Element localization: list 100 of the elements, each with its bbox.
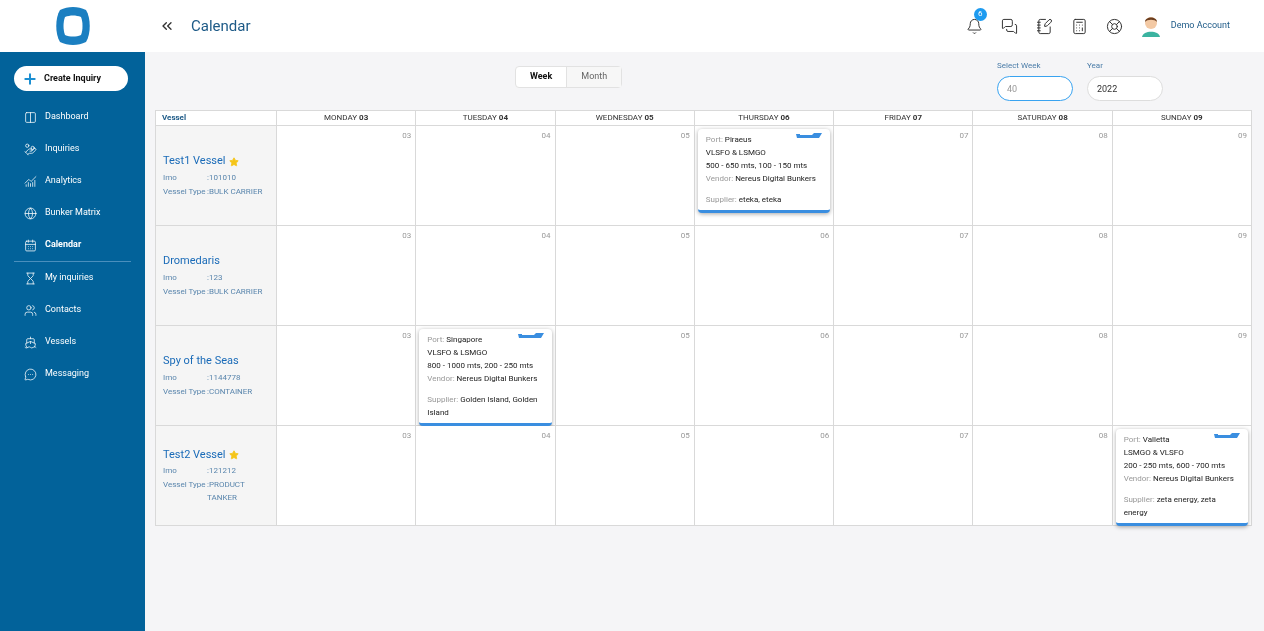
- date-number: 07: [959, 130, 969, 142]
- star-icon: [228, 450, 239, 460]
- year-field[interactable]: 2022: [1087, 76, 1163, 101]
- dashboard-icon: [24, 110, 37, 124]
- port-text: Port: Singapore: [427, 334, 483, 346]
- sidebar-item[interactable]: Calendar: [14, 229, 131, 261]
- column-header: SUNDAY 09: [1112, 111, 1251, 125]
- date-number: 04: [541, 430, 551, 442]
- bell-icon[interactable]: [965, 17, 983, 35]
- vendor-text: Vendor: Nereus Digital Bunkers: [705, 173, 817, 185]
- view-tab[interactable]: Month: [567, 67, 622, 87]
- avatar-icon[interactable]: [1140, 15, 1161, 37]
- sidebar-item[interactable]: Analytics: [14, 165, 131, 197]
- chat-icon[interactable]: [1000, 17, 1018, 35]
- column-header: TUESDAY 04: [416, 111, 555, 125]
- field-value: :BULK CARRIER: [207, 185, 263, 198]
- vessel-name[interactable]: Spy of the Seas: [163, 353, 239, 370]
- field-label: Vessel Type: [163, 479, 207, 492]
- supplier-text: Supplier: Golden Island, Golden Island: [427, 394, 539, 419]
- sidebar-item[interactable]: My inquiries: [14, 262, 131, 294]
- date-number: 09: [1238, 330, 1247, 342]
- field-value: :121212: [207, 465, 236, 478]
- sidebar-item[interactable]: Contacts: [14, 294, 131, 326]
- column-header: THURSDAY 06: [694, 111, 834, 125]
- booking-card[interactable]: Port: Piraeus VLSFO & LSMGO 500 - 650 mts, 100 - 150 mts Vendor: Nereus Digital Bunkers Supplier: eteka, eteka: [697, 129, 831, 213]
- date-number: 08: [1098, 430, 1108, 442]
- date-number: 04: [541, 230, 551, 242]
- sidebar-item[interactable]: Bunker Matrix: [14, 197, 131, 229]
- date-number: 05: [680, 430, 690, 442]
- date-number: 08: [1098, 230, 1108, 242]
- sidebar-item[interactable]: Messaging: [14, 358, 131, 390]
- field-label: Imo: [163, 271, 178, 284]
- quantities-text: 500 - 650 mts, 100 - 150 mts: [705, 160, 809, 172]
- ship-icon: [517, 333, 544, 338]
- date-number: 06: [820, 230, 830, 242]
- help-icon[interactable]: [1105, 17, 1123, 35]
- vessel-name[interactable]: Test1 Vessel: [163, 153, 226, 170]
- field-label: Year: [1087, 60, 1104, 72]
- vendor-text: Vendor: Nereus Digital Bunkers: [1123, 473, 1235, 485]
- sidebar-item[interactable]: Inquiries: [14, 133, 131, 165]
- date-number: 03: [402, 330, 412, 342]
- date-number: 09: [1238, 230, 1247, 242]
- field-label: Vessel Type: [163, 285, 207, 298]
- quantities-text: 800 - 1000 mts, 200 - 250 mts: [427, 360, 535, 372]
- notes-icon[interactable]: [1035, 17, 1053, 35]
- date-number: 09: [1238, 130, 1247, 142]
- chat-icon: [24, 367, 37, 381]
- fuels-text: VLSFO & LSMGO: [427, 347, 489, 359]
- field-value: :BULK CARRIER: [207, 285, 263, 298]
- create-inquiry-button[interactable]: Create Inquiry: [14, 66, 128, 91]
- column-header: FRIDAY 07: [834, 111, 973, 125]
- field-label: Imo: [163, 171, 178, 184]
- port-text: Port: Piraeus: [705, 134, 752, 146]
- date-number: 03: [402, 430, 412, 442]
- sidebar-item[interactable]: Dashboard: [14, 101, 131, 133]
- date-number: 05: [680, 230, 690, 242]
- account-name[interactable]: Demo Account: [1170, 19, 1230, 33]
- plus-icon: [22, 70, 38, 87]
- port-text: Port: Valletta: [1123, 434, 1170, 446]
- globe-icon: [24, 206, 37, 220]
- date-number: 06: [820, 430, 830, 442]
- supplier-text: Supplier: zeta energy, zeta energy: [1123, 494, 1217, 519]
- column-header: SATURDAY 08: [973, 111, 1112, 125]
- date-number: 05: [680, 130, 690, 142]
- logo-icon: [53, 6, 92, 46]
- ship-icon: [1214, 433, 1240, 438]
- vendor-text: Vendor: Nereus Digital Bunkers: [427, 373, 539, 385]
- booking-card[interactable]: Port: Valletta LSMGO & VLSFO 200 - 250 mts, 600 - 700 mts Vendor: Nereus Digital Bunkers Supplier: zeta energy, zeta energy: [1115, 429, 1248, 526]
- field-value: :1144778: [207, 371, 241, 384]
- vessel-name[interactable]: Test2 Vessel: [163, 446, 226, 464]
- date-number: 04: [541, 130, 551, 142]
- date-number: 05: [680, 330, 690, 342]
- field-value: :123: [207, 271, 223, 284]
- column-header: WEDNESDAY 05: [555, 111, 694, 125]
- vessel-name[interactable]: Dromedaris: [163, 253, 220, 270]
- fuels-text: VLSFO & LSMGO: [705, 147, 767, 159]
- field-label: Imo: [163, 371, 178, 384]
- date-number: 08: [1098, 130, 1108, 142]
- field-value: :101010: [207, 171, 236, 184]
- field-label: Imo: [163, 465, 178, 478]
- calculator-icon[interactable]: [1070, 17, 1088, 35]
- week-field[interactable]: 40: [997, 76, 1073, 101]
- page-title: Calendar: [191, 15, 251, 37]
- supplier-text: Supplier: eteka, eteka: [705, 194, 783, 206]
- hourglass-icon: [24, 271, 37, 285]
- date-number: 07: [959, 430, 969, 442]
- fuels-text: LSMGO & VLSFO: [1123, 447, 1185, 459]
- sidebar-item[interactable]: Vessels: [14, 326, 131, 358]
- date-number: 06: [820, 330, 830, 342]
- booking-card[interactable]: Port: Singapore VLSFO & LSMGO 800 - 1000 mts, 200 - 250 mts Vendor: Nereus Digital Bunkers Supplier: Golden Island, Golden Island: [419, 329, 552, 426]
- column-header: MONDAY 03: [277, 111, 416, 125]
- bar-chart-icon: [24, 174, 37, 188]
- date-number: 03: [402, 230, 412, 242]
- date-number: 07: [959, 330, 969, 342]
- field-label: Vessel Type: [163, 385, 207, 398]
- calendar-icon: [24, 238, 37, 252]
- ship-icon: [796, 133, 823, 138]
- users-icon: [24, 303, 37, 317]
- date-number: 08: [1098, 330, 1108, 342]
- date-number: 07: [959, 230, 969, 242]
